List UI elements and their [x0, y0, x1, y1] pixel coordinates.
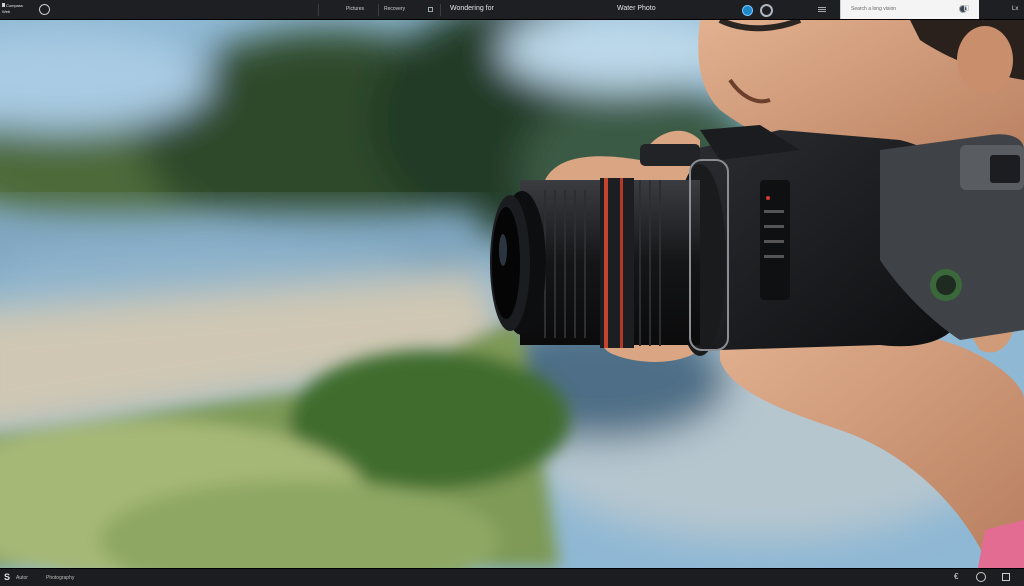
globe-icon[interactable] — [39, 4, 50, 15]
panel-title: Water Photo — [617, 5, 656, 12]
record-icon[interactable] — [742, 5, 753, 16]
menu-icon[interactable] — [818, 7, 826, 8]
document-title: Wondering for — [450, 5, 494, 12]
menu-item-recovery[interactable]: Recovery — [384, 6, 405, 12]
bottom-item-author[interactable]: Autor — [16, 575, 28, 581]
search-placeholder: Search a long vision — [851, 6, 897, 12]
lock-icon[interactable] — [964, 5, 969, 11]
photo-illustration — [0, 20, 1024, 568]
toolbar-divider — [440, 4, 441, 16]
app-logo[interactable]: Compass Web — [2, 3, 28, 15]
bottom-statusbar: S Autor Photography € — [0, 568, 1024, 586]
app-logo-icon — [2, 3, 5, 7]
document-icon[interactable] — [428, 7, 433, 12]
top-toolbar: Compass Web Pictures Recovery Wondering … — [0, 0, 1024, 20]
toolbar-divider — [378, 4, 379, 16]
toolbar-divider — [318, 4, 319, 16]
account-label[interactable]: Lx — [1012, 6, 1018, 12]
bottom-logo[interactable]: S — [4, 572, 10, 582]
menu-item-pictures[interactable]: Pictures — [346, 6, 364, 12]
square-icon[interactable] — [1002, 573, 1010, 581]
bottom-item-photography[interactable]: Photography — [46, 575, 74, 581]
app-name-line2: Web — [2, 9, 11, 14]
edit-icon[interactable]: € — [954, 572, 958, 581]
search-input[interactable]: Search a long vision — [840, 0, 979, 19]
circle-icon[interactable] — [976, 572, 986, 582]
photo-canvas[interactable] — [0, 20, 1024, 568]
ring-icon[interactable] — [760, 4, 773, 17]
app-name-line1: Compass — [6, 3, 23, 8]
